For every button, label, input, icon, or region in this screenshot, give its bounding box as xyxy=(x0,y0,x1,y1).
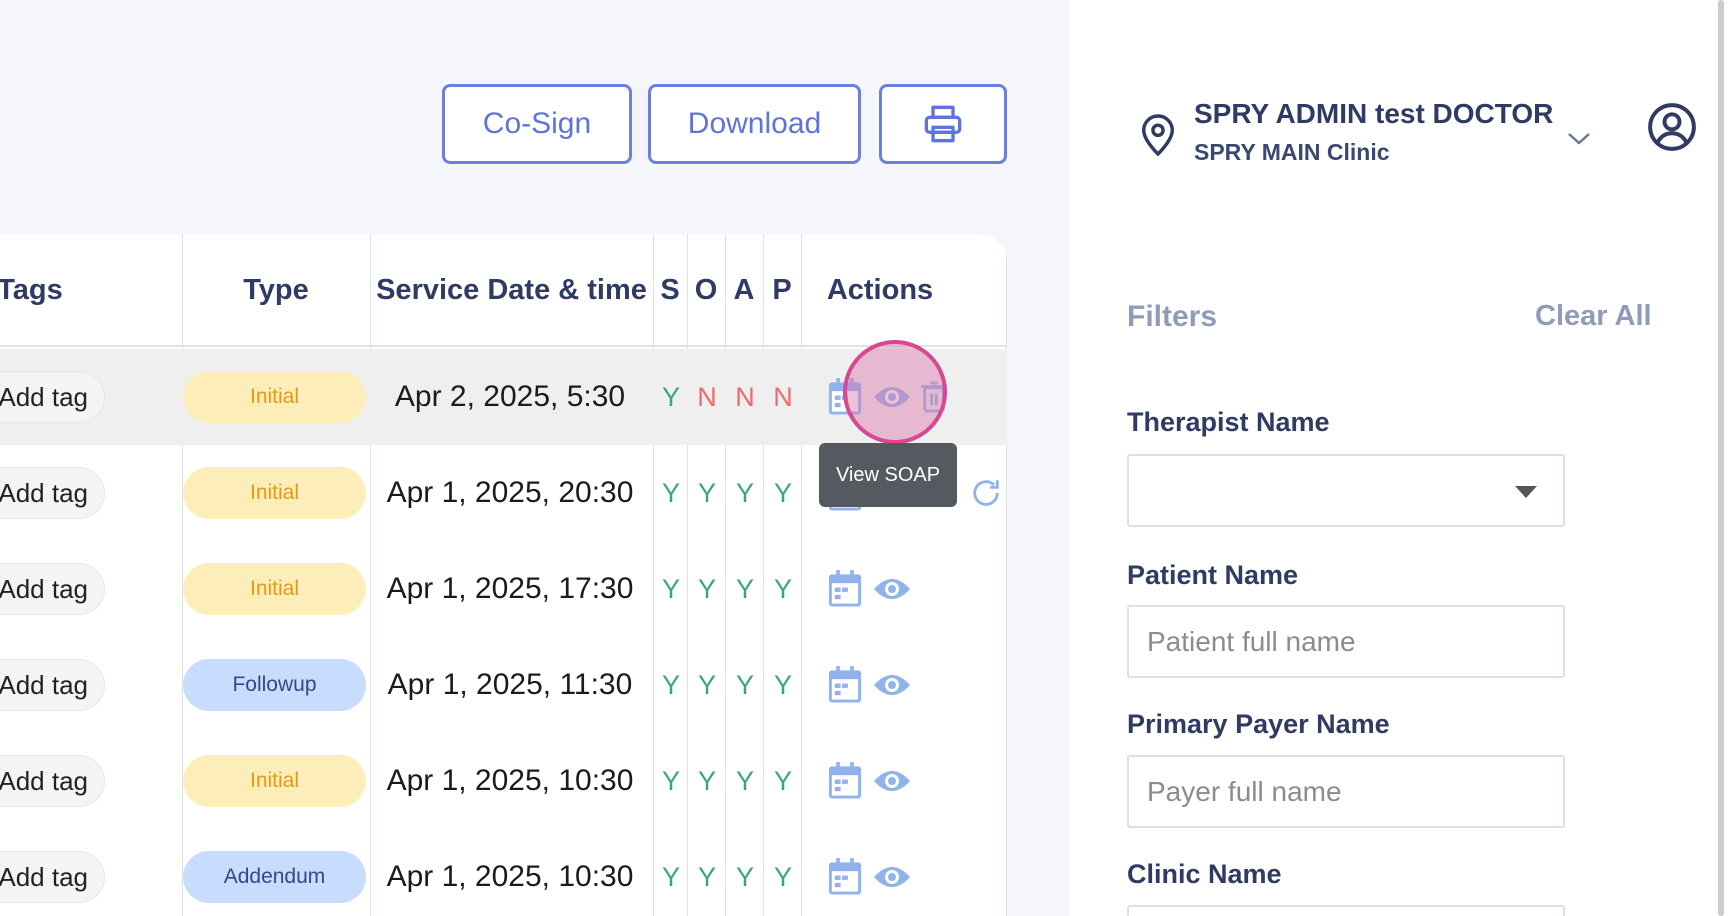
soap-s-status: Y xyxy=(661,861,680,892)
add-tag-button[interactable]: Add tag xyxy=(0,755,105,807)
table-row[interactable]: Add tag Initial Apr 1, 2025, 17:30 Y Y Y Y xyxy=(0,541,1007,637)
view-soap-icon[interactable] xyxy=(872,857,912,897)
location-pin-icon xyxy=(1142,114,1174,157)
type-badge: Initial xyxy=(183,563,366,615)
type-badge: Initial xyxy=(183,467,366,519)
soap-p-status: Y xyxy=(773,477,792,508)
calendar-icon[interactable] xyxy=(825,857,865,897)
soap-s-status: Y xyxy=(661,765,680,796)
add-tag-button[interactable]: Add tag xyxy=(0,371,105,423)
view-soap-tooltip: View SOAP xyxy=(819,443,957,507)
scrollbar[interactable] xyxy=(1718,0,1724,916)
user-name[interactable]: SPRY ADMIN test DOCTOR xyxy=(1194,98,1553,130)
soap-a-status: Y xyxy=(735,669,754,700)
col-header-p: P xyxy=(772,274,792,306)
user-avatar-icon[interactable] xyxy=(1647,102,1697,152)
print-button[interactable] xyxy=(879,84,1007,164)
add-tag-button[interactable]: Add tag xyxy=(0,563,105,615)
view-soap-icon[interactable] xyxy=(872,569,912,609)
click-indicator xyxy=(843,340,947,444)
soap-s-status: Y xyxy=(661,477,680,508)
col-header-actions: Actions xyxy=(826,274,934,306)
soap-s-status: Y xyxy=(661,573,680,604)
col-header-o: O xyxy=(694,274,718,306)
patient-name-label: Patient Name xyxy=(1127,560,1299,590)
soap-p-status: Y xyxy=(773,573,792,604)
soap-o-status: Y xyxy=(697,669,716,700)
type-badge: Addendum xyxy=(183,851,366,903)
col-header-tags: Tags xyxy=(0,274,63,306)
refresh-icon[interactable] xyxy=(966,473,1006,513)
type-badge: Initial xyxy=(183,755,366,807)
add-tag-button[interactable]: Add tag xyxy=(0,851,105,903)
printer-icon xyxy=(924,105,962,143)
chevron-down-icon[interactable] xyxy=(1566,128,1592,148)
service-date-cell: Apr 2, 2025, 5:30 xyxy=(394,380,626,413)
soap-a-status: Y xyxy=(735,765,754,796)
clinic-name-input[interactable] xyxy=(1127,905,1565,916)
table-row[interactable]: Add tag Addendum Apr 1, 2025, 10:30 Y Y Y Y xyxy=(0,829,1007,916)
table-row[interactable]: Add tag Initial Apr 1, 2025, 10:30 Y Y Y Y xyxy=(0,733,1007,829)
service-date-cell: Apr 1, 2025, 17:30 xyxy=(386,572,634,605)
soap-s-status: Y xyxy=(661,381,680,412)
clinic-name-label: Clinic Name xyxy=(1127,859,1282,889)
soap-p-status: Y xyxy=(773,765,792,796)
service-date-cell: Apr 1, 2025, 10:30 xyxy=(386,764,634,797)
calendar-icon[interactable] xyxy=(825,665,865,705)
therapist-name-label: Therapist Name xyxy=(1127,407,1330,437)
notes-table: Tags Type Service Date & time S O A P Ac… xyxy=(0,234,1007,916)
soap-p-status: Y xyxy=(773,669,792,700)
soap-a-status: N xyxy=(735,381,755,412)
service-date-cell: Apr 1, 2025, 10:30 xyxy=(386,860,634,893)
therapist-name-select[interactable] xyxy=(1127,454,1565,527)
calendar-icon[interactable] xyxy=(825,761,865,801)
clear-all-link[interactable]: Clear All xyxy=(1535,300,1652,333)
soap-a-status: Y xyxy=(735,477,754,508)
col-header-a: A xyxy=(733,274,755,306)
type-badge: Followup xyxy=(183,659,366,711)
view-soap-icon[interactable] xyxy=(872,761,912,801)
col-header-type: Type xyxy=(243,274,309,306)
add-tag-button[interactable]: Add tag xyxy=(0,467,105,519)
col-header-s: S xyxy=(660,274,680,306)
table-header: Tags Type Service Date & time S O A P Ac… xyxy=(0,234,1007,347)
co-sign-button[interactable]: Co-Sign xyxy=(442,84,632,164)
patient-name-input[interactable] xyxy=(1127,605,1565,678)
soap-o-status: Y xyxy=(697,573,716,604)
col-header-service-date: Service Date & time xyxy=(376,274,647,306)
calendar-icon[interactable] xyxy=(825,569,865,609)
view-soap-icon[interactable] xyxy=(872,665,912,705)
table-row[interactable]: Add tag Followup Apr 1, 2025, 11:30 Y Y Y Y xyxy=(0,637,1007,733)
service-date-cell: Apr 1, 2025, 20:30 xyxy=(386,476,634,509)
soap-o-status: Y xyxy=(697,765,716,796)
type-badge: Initial xyxy=(183,371,366,423)
notes-main-area: Co-Sign Download Tags Type Service Date … xyxy=(0,0,1069,916)
dropdown-caret-icon xyxy=(1515,486,1537,498)
payer-name-label: Primary Payer Name xyxy=(1127,709,1390,739)
clinic-name[interactable]: SPRY MAIN Clinic xyxy=(1194,139,1390,166)
add-tag-button[interactable]: Add tag xyxy=(0,659,105,711)
soap-p-status: Y xyxy=(773,861,792,892)
soap-p-status: N xyxy=(773,381,793,412)
soap-s-status: Y xyxy=(661,669,680,700)
payer-name-input[interactable] xyxy=(1127,755,1565,828)
soap-o-status: Y xyxy=(697,477,716,508)
soap-a-status: Y xyxy=(735,861,754,892)
download-button[interactable]: Download xyxy=(648,84,861,164)
soap-a-status: Y xyxy=(735,573,754,604)
service-date-cell: Apr 1, 2025, 11:30 xyxy=(387,668,633,701)
soap-o-status: Y xyxy=(697,861,716,892)
filters-title: Filters xyxy=(1127,300,1218,333)
soap-o-status: N xyxy=(697,381,717,412)
